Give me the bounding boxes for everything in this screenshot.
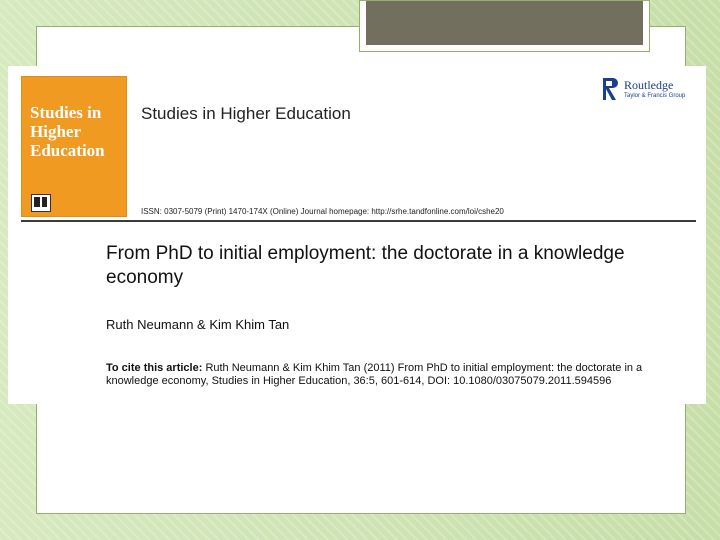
title-bar [366, 1, 643, 45]
article-cover-page: Studies in Higher Education Studies in H… [8, 66, 706, 404]
citation-block: To cite this article: Ruth Neumann & Kim… [106, 362, 666, 388]
journal-cover-image: Studies in Higher Education [21, 76, 127, 217]
header-divider [21, 220, 696, 222]
routledge-r-icon [603, 78, 618, 100]
journal-name: Studies in Higher Education [141, 104, 351, 123]
slide-title-placeholder[interactable] [359, 0, 650, 52]
article-title: From PhD to initial employment: the doct… [106, 243, 625, 288]
citation-lead: To cite this article: [106, 362, 203, 374]
srhe-logo-icon [31, 194, 51, 212]
issn-line: ISSN: 0307-5079 (Print) 1470-174X (Onlin… [141, 207, 504, 216]
cover-title: Studies in Higher Education [30, 103, 105, 160]
publisher-name: Routledge [624, 78, 674, 92]
publisher-group: Taylor & Francis Group [624, 93, 686, 99]
article-authors: Ruth Neumann & Kim Khim Tan [106, 317, 290, 332]
publisher-logo: Routledge Taylor & Francis Group [602, 76, 702, 106]
